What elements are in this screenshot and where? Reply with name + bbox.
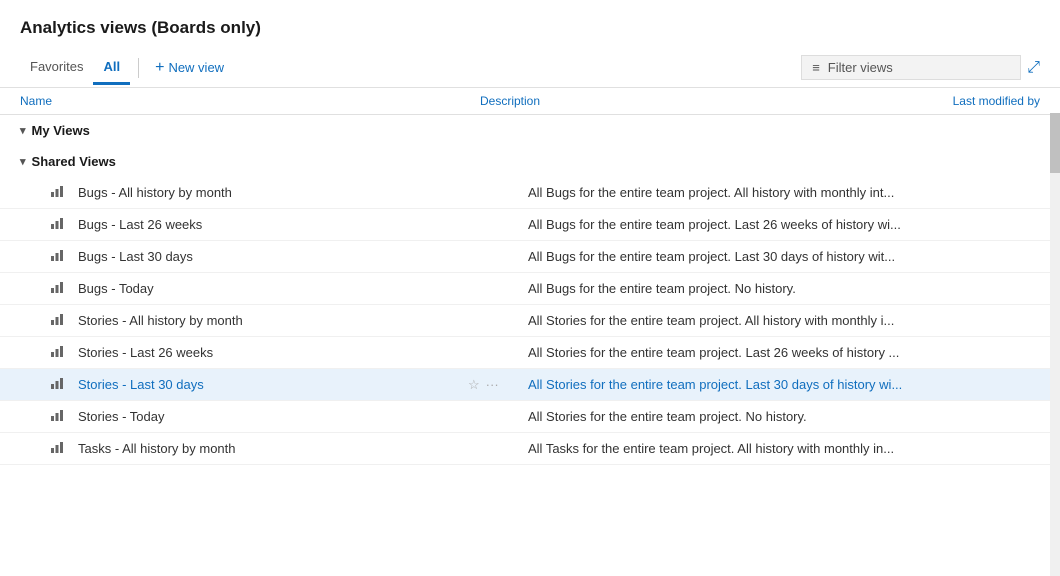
row-description: All Bugs for the entire team project. Al… [528, 185, 1040, 200]
chevron-shared-views: ▾ [20, 155, 26, 168]
col-name-header: Name [20, 94, 480, 108]
section-my-views-label: My Views [32, 123, 90, 138]
scrollbar-thumb[interactable] [1050, 113, 1060, 173]
plus-icon: + [155, 60, 164, 76]
list-row[interactable]: Stories - Last 30 days ☆ ··· All Stories… [0, 369, 1060, 401]
list-row[interactable]: Stories - Today All Stories for the entir… [0, 401, 1060, 433]
chart-icon [50, 216, 72, 233]
chart-icon [50, 184, 72, 201]
new-view-button[interactable]: + New view [147, 56, 232, 80]
row-actions: ☆ ··· [468, 377, 528, 393]
list-row[interactable]: Stories - Last 26 weeks All Stories for t… [0, 337, 1060, 369]
col-modified-header: Last modified by [900, 94, 1040, 108]
filter-area: ≡ Filter views ⤢ [801, 55, 1040, 80]
tab-all[interactable]: All [93, 51, 130, 85]
new-view-label: New view [168, 60, 224, 75]
chevron-my-views: ▾ [20, 124, 26, 137]
row-description: All Stories for the entire team project.… [528, 345, 1040, 360]
row-description: All Stories for the entire team project.… [528, 377, 1040, 392]
filter-input-container[interactable]: ≡ Filter views [801, 55, 1021, 80]
list-row[interactable]: Bugs - All history by month All Bugs for … [0, 177, 1060, 209]
row-name: Bugs - All history by month [78, 185, 468, 200]
chart-icon [50, 440, 72, 457]
row-name: Bugs - Last 30 days [78, 249, 468, 264]
row-name: Stories - Last 26 weeks [78, 345, 468, 360]
filter-placeholder: Filter views [828, 60, 893, 75]
scrollbar-track[interactable] [1050, 113, 1060, 576]
list-row[interactable]: Bugs - Today All Bugs for the entire team… [0, 273, 1060, 305]
list-row[interactable]: Tasks - All history by month All Tasks fo… [0, 433, 1060, 465]
list-area: ▾ My Views ▾ Shared Views Bugs - All his… [0, 115, 1060, 538]
row-name: Bugs - Today [78, 281, 468, 296]
row-description: All Bugs for the entire team project. La… [528, 217, 1040, 232]
chart-icon [50, 376, 72, 393]
row-description: All Bugs for the entire team project. La… [528, 249, 1040, 264]
filter-icon: ≡ [812, 60, 820, 75]
tab-favorites[interactable]: Favorites [20, 51, 93, 85]
list-row[interactable]: Bugs - Last 26 weeks All Bugs for the ent… [0, 209, 1060, 241]
row-description: All Stories for the entire team project.… [528, 409, 1040, 424]
toolbar: Favorites All + New view ≡ Filter views … [0, 48, 1060, 88]
row-name: Stories - All history by month [78, 313, 468, 328]
section-my-views[interactable]: ▾ My Views [0, 115, 1060, 146]
ellipsis-icon[interactable]: ··· [486, 377, 499, 392]
row-description: All Bugs for the entire team project. No… [528, 281, 1040, 296]
row-description: All Stories for the entire team project.… [528, 313, 1040, 328]
row-name: Stories - Today [78, 409, 468, 424]
tab-divider [138, 58, 139, 78]
row-name[interactable]: Stories - Last 30 days [78, 377, 468, 392]
expand-icon[interactable]: ⤢ [1027, 59, 1040, 77]
chart-icon [50, 344, 72, 361]
row-name: Bugs - Last 26 weeks [78, 217, 468, 232]
table-header: Name Description Last modified by [0, 88, 1060, 115]
col-desc-header: Description [480, 94, 900, 108]
list-row[interactable]: Stories - All history by month All Storie… [0, 305, 1060, 337]
row-description: All Tasks for the entire team project. A… [528, 441, 1040, 456]
list-row[interactable]: Bugs - Last 30 days All Bugs for the enti… [0, 241, 1060, 273]
star-icon[interactable]: ☆ [468, 377, 480, 393]
chart-icon [50, 408, 72, 425]
page-title: Analytics views (Boards only) [0, 0, 1060, 48]
section-shared-views[interactable]: ▾ Shared Views [0, 146, 1060, 177]
chart-icon [50, 312, 72, 329]
chart-icon [50, 280, 72, 297]
row-name: Tasks - All history by month [78, 441, 468, 456]
rows-container: Bugs - All history by month All Bugs for … [0, 177, 1060, 465]
section-shared-views-label: Shared Views [32, 154, 116, 169]
chart-icon [50, 248, 72, 265]
